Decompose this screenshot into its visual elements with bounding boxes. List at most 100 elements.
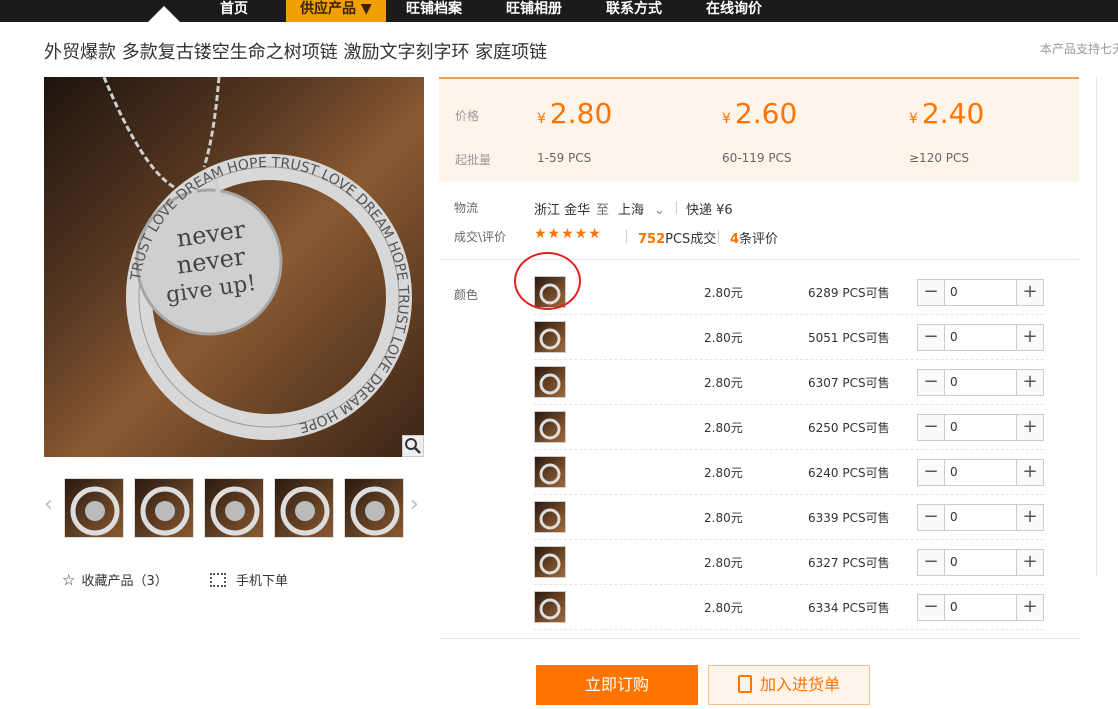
necklace-illustration: TRUST LOVE DREAM HOPE TRUST LOVE DREAM H… [102,77,412,440]
add-to-list-button[interactable]: 加入进货单 [708,665,870,705]
minus-button[interactable]: − [918,595,945,620]
quantity-stepper[interactable]: −0 + [917,549,1044,576]
variant-swatch[interactable] [534,366,566,398]
minus-button[interactable]: − [918,505,945,530]
plus-button[interactable]: + [1016,550,1043,575]
quantity-stepper[interactable]: −0 + [917,504,1044,531]
favorite-button[interactable]: ☆ 收藏产品（3） [62,570,168,589]
qr-code-icon [210,573,226,587]
quantity-stepper[interactable]: −0 + [917,414,1044,441]
nav-products[interactable]: 供应产品 ▼ [286,0,386,22]
variant-price: 2.80元 [704,331,743,345]
minus-button[interactable]: − [918,325,945,350]
variant-row: 2.80元 6327 PCS可售 −0 + [534,540,1044,585]
tier-range: 1-59 PCS [537,151,592,165]
quantity-input[interactable]: 0 [950,420,958,434]
quantity-stepper[interactable]: −0 + [917,279,1044,306]
minus-button[interactable]: − [918,550,945,575]
minus-button[interactable]: − [918,415,945,440]
plus-button[interactable]: + [1016,595,1043,620]
thumbnail[interactable] [64,478,124,538]
thumb-next-icon[interactable]: › [410,492,419,517]
mobile-order-button[interactable]: 手机下单 [210,570,288,589]
quantity-input[interactable]: 0 [950,465,958,479]
thumbnail[interactable] [274,478,334,538]
chevron-down-icon: ⌄ [654,203,665,218]
variant-price: 2.80元 [704,421,743,435]
minus-button[interactable]: − [918,460,945,485]
tier-price: ¥2.60 [722,97,798,130]
ship-to-word: 至 [596,203,610,218]
thumbnail[interactable] [134,478,194,538]
variant-swatch[interactable] [534,321,566,353]
top-nav: 首页 供应产品 ▼ 旺铺档案 旺铺相册 联系方式 在线询价 [0,0,1118,22]
variant-row: 2.80元 6289 PCS可售 −0 + [534,270,1044,315]
divider [718,230,719,243]
variant-stock: 6327 PCS可售 [808,556,890,570]
variant-stock: 6307 PCS可售 [808,376,890,390]
nav-album[interactable]: 旺铺相册 [506,0,562,22]
minus-button[interactable]: − [918,370,945,395]
thumbnail[interactable] [204,478,264,538]
variant-row: 2.80元 6334 PCS可售 −0 + [534,585,1044,630]
nav-contact[interactable]: 联系方式 [606,0,662,22]
quantity-stepper[interactable]: −0 + [917,324,1044,351]
nav-profile[interactable]: 旺铺档案 [406,0,462,22]
logistics-label: 物流 [454,201,479,215]
quantity-stepper[interactable]: −0 + [917,369,1044,396]
plus-button[interactable]: + [1016,280,1043,305]
variant-stock: 6250 PCS可售 [808,421,890,435]
variant-swatch[interactable] [534,456,566,488]
variant-swatch[interactable] [534,546,566,578]
rating-stars-icon: ★★★★★ [534,226,602,242]
variant-price: 2.80元 [704,556,743,570]
variant-swatch[interactable] [534,591,566,623]
buy-now-button[interactable]: 立即订购 [536,665,698,705]
thumbnail[interactable] [344,478,404,538]
minus-button[interactable]: − [918,280,945,305]
thumb-prev-icon[interactable]: ‹ [44,492,53,517]
plus-button[interactable]: + [1016,415,1043,440]
divider [676,201,677,214]
right-sidebar [1096,77,1118,577]
variant-price: 2.80元 [704,511,743,525]
nav-home[interactable]: 首页 [220,0,248,22]
plus-button[interactable]: + [1016,505,1043,530]
quantity-input[interactable]: 0 [950,285,958,299]
price-box: 价格 起批量 ¥2.80 1-59 PCS ¥2.60 60-119 PCS ¥… [439,77,1079,181]
tier-range: ≥120 PCS [909,151,970,165]
variant-row: 2.80元 6250 PCS可售 −0 + [534,405,1044,450]
quantity-input[interactable]: 0 [950,330,958,344]
variant-row: 2.80元 6339 PCS可售 −0 + [534,495,1044,540]
plus-button[interactable]: + [1016,325,1043,350]
destination-select[interactable]: 上海 ⌄ [618,199,665,218]
express-fee: 快递 ¥6 [686,203,733,218]
quantity-input[interactable]: 0 [950,510,958,524]
review-count[interactable]: 4条评价 [730,228,778,247]
variant-stock: 6240 PCS可售 [808,466,890,480]
variant-stock: 6339 PCS可售 [808,511,890,525]
quantity-stepper[interactable]: −0 + [917,594,1044,621]
plus-button[interactable]: + [1016,370,1043,395]
zoom-icon[interactable] [402,435,424,457]
divider [626,230,627,243]
price-label: 价格 [455,109,480,123]
section-divider [439,638,1079,639]
variant-row: 2.80元 6240 PCS可售 −0 + [534,450,1044,495]
product-title: 外贸爆款 多款复古镂空生命之树项链 激励文字刻字环 家庭项链 [44,42,548,63]
star-outline-icon: ☆ [62,571,76,589]
quantity-input[interactable]: 0 [950,375,958,389]
deal-count[interactable]: 752PCS成交 [638,228,716,247]
tier-price: ¥2.80 [537,97,613,130]
variant-price: 2.80元 [704,376,743,390]
tier-range: 60-119 PCS [722,151,792,165]
color-label: 颜色 [454,288,479,302]
nav-inquiry[interactable]: 在线询价 [706,0,762,22]
quantity-stepper[interactable]: −0 + [917,459,1044,486]
variant-swatch[interactable] [534,501,566,533]
quantity-input[interactable]: 0 [950,600,958,614]
quantity-input[interactable]: 0 [950,555,958,569]
main-product-image[interactable]: TRUST LOVE DREAM HOPE TRUST LOVE DREAM H… [44,77,424,457]
plus-button[interactable]: + [1016,460,1043,485]
variant-swatch[interactable] [534,411,566,443]
